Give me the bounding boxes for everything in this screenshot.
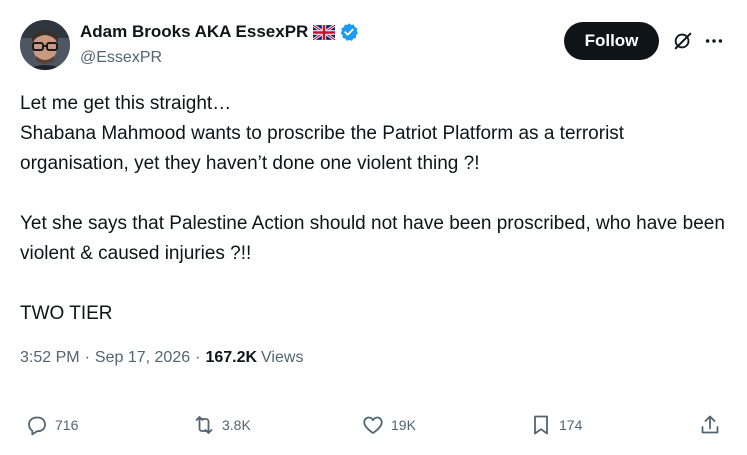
- follow-button[interactable]: Follow: [564, 22, 659, 60]
- tweet-time[interactable]: 3:52 PM: [20, 349, 80, 367]
- author-name[interactable]: Adam Brooks AKA EssexPR: [80, 22, 308, 42]
- author-handle[interactable]: @EssexPR: [80, 49, 162, 67]
- action-bar: 716 3.8K 19K 174: [0, 405, 747, 445]
- tweet-paragraph-3: TWO TIER: [20, 303, 113, 324]
- views-label: Views: [261, 349, 304, 366]
- tweet-date[interactable]: Sep 17, 2026: [95, 349, 190, 367]
- separator-dot: ·: [84, 349, 90, 366]
- reply-button[interactable]: 716: [25, 405, 78, 445]
- views-count: 167.2K: [205, 349, 258, 366]
- like-icon: [363, 416, 383, 434]
- grok-icon[interactable]: [672, 30, 694, 52]
- author-name-row[interactable]: Adam Brooks AKA EssexPR: [80, 21, 359, 43]
- repost-button[interactable]: 3.8K: [192, 405, 251, 445]
- bookmark-icon: [534, 415, 548, 435]
- uk-flag-icon: [312, 23, 337, 41]
- verified-badge-icon[interactable]: [339, 22, 359, 42]
- bookmark-count: 174: [559, 417, 583, 433]
- repost-icon: [195, 416, 213, 434]
- tweet-meta: 3:52 PM · Sep 17, 2026 · 167.2K Views: [20, 349, 303, 367]
- avatar[interactable]: [20, 20, 70, 70]
- share-button[interactable]: [698, 405, 722, 445]
- reply-count: 716: [55, 417, 79, 433]
- like-count: 19K: [391, 417, 416, 433]
- like-button[interactable]: 19K: [361, 405, 416, 445]
- reply-icon: [28, 416, 46, 436]
- bookmark-button[interactable]: 174: [529, 405, 582, 445]
- separator-dot: ·: [195, 349, 201, 366]
- tweet-paragraph-2: Yet she says that Palestine Action shoul…: [20, 213, 725, 264]
- tweet-text: Let me get this straight… Shabana Mahmoo…: [20, 89, 732, 329]
- more-options-icon[interactable]: [703, 30, 725, 52]
- repost-count: 3.8K: [222, 417, 251, 433]
- tweet-paragraph-1: Shabana Mahmood wants to proscribe the P…: [20, 123, 625, 174]
- share-icon: [701, 415, 719, 434]
- tweet-line-1: Let me get this straight…: [20, 93, 232, 114]
- avatar-image: [20, 20, 70, 70]
